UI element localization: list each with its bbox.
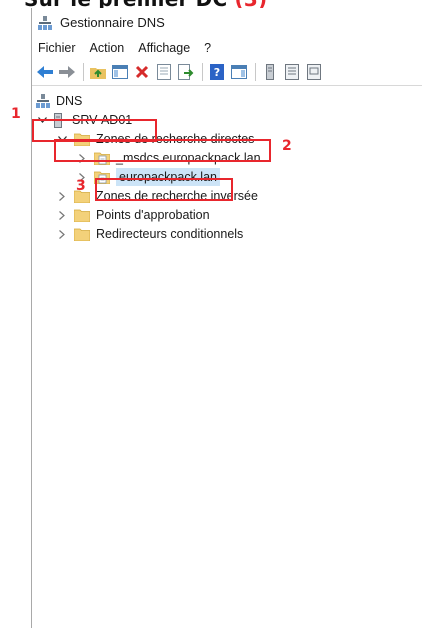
properties-icon[interactable] bbox=[155, 63, 173, 81]
annotation-number-3: 3 bbox=[76, 178, 86, 194]
tree-node-trust-points[interactable]: Points d'approbation bbox=[56, 206, 210, 224]
help-icon[interactable]: ? bbox=[208, 63, 226, 81]
svg-text:?: ? bbox=[214, 66, 220, 79]
record-icon[interactable] bbox=[305, 63, 323, 81]
tree-label-trust-points: Points d'approbation bbox=[96, 208, 210, 222]
toolbar-separator bbox=[202, 63, 203, 81]
export-icon[interactable] bbox=[177, 63, 195, 81]
tree-label-forwarders: Redirecteurs conditionnels bbox=[96, 227, 244, 241]
title-bar: Gestionnaire DNS bbox=[32, 8, 422, 37]
tree-node-dns[interactable]: DNS bbox=[36, 92, 82, 110]
dns-app-icon bbox=[38, 15, 52, 30]
back-arrow-icon[interactable] bbox=[36, 63, 54, 81]
tree-node-forwarders[interactable]: Redirecteurs conditionnels bbox=[56, 225, 243, 243]
menu-bar: Fichier Action Affichage ? bbox=[32, 37, 422, 59]
forward-arrow-icon[interactable] bbox=[58, 63, 76, 81]
annotation-box-2 bbox=[54, 139, 271, 162]
chevron-right-icon[interactable] bbox=[56, 190, 68, 202]
chevron-right-icon[interactable] bbox=[56, 209, 68, 221]
delete-icon[interactable] bbox=[133, 63, 151, 81]
toolbar-separator bbox=[83, 63, 84, 81]
action-pane-icon[interactable] bbox=[230, 63, 248, 81]
menu-action[interactable]: Action bbox=[90, 41, 125, 55]
dns-manager-window: Gestionnaire DNS Fichier Action Affichag… bbox=[31, 8, 422, 628]
dns-root-icon bbox=[36, 94, 50, 108]
menu-fichier[interactable]: Fichier bbox=[38, 41, 76, 55]
annotation-number-1: 1 bbox=[11, 106, 21, 122]
annotation-box-3 bbox=[95, 178, 233, 201]
show-hide-tree-icon[interactable] bbox=[111, 63, 129, 81]
annotation-number-2: 2 bbox=[282, 138, 292, 154]
toolbar-separator bbox=[255, 63, 256, 81]
zone-icon[interactable] bbox=[283, 63, 301, 81]
menu-help[interactable]: ? bbox=[204, 41, 211, 55]
window-title: Gestionnaire DNS bbox=[60, 15, 165, 30]
folder-icon bbox=[74, 228, 90, 241]
up-folder-icon[interactable] bbox=[89, 63, 107, 81]
tree-label-dns: DNS bbox=[56, 94, 83, 108]
chevron-right-icon[interactable] bbox=[56, 228, 68, 240]
server-icon[interactable] bbox=[261, 63, 279, 81]
menu-affichage[interactable]: Affichage bbox=[138, 41, 190, 55]
folder-icon bbox=[74, 209, 90, 222]
toolbar: ? bbox=[32, 59, 422, 86]
